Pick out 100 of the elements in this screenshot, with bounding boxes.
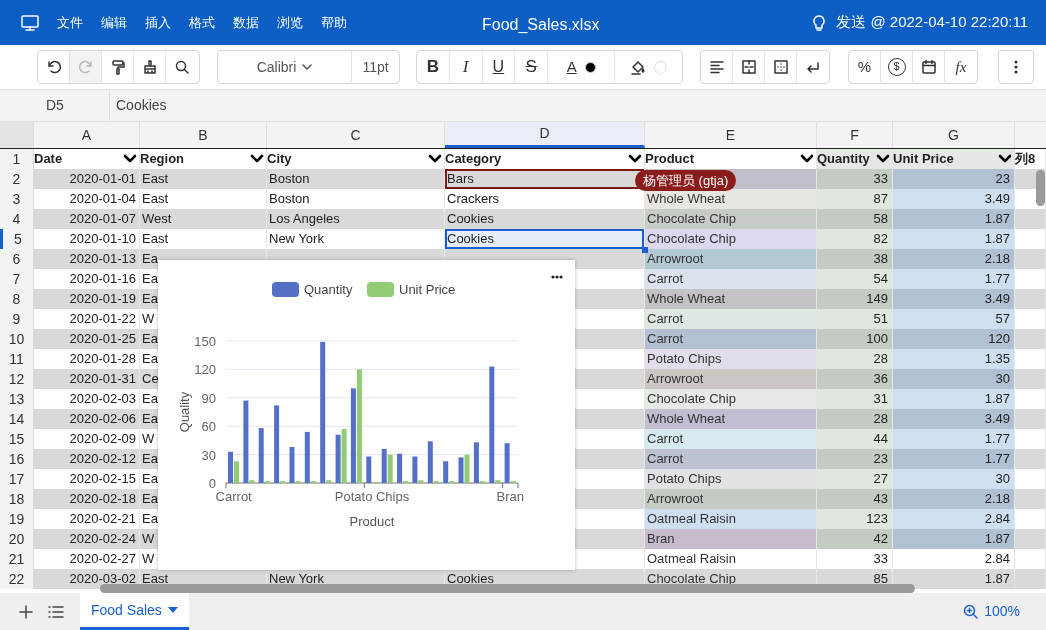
- row-header[interactable]: 11: [0, 349, 34, 369]
- legend-item[interactable]: Unit Price: [367, 282, 456, 297]
- row-header[interactable]: 21: [0, 549, 34, 569]
- bar[interactable]: [443, 461, 449, 483]
- table-cell: 38: [817, 249, 893, 269]
- bar[interactable]: [366, 456, 372, 483]
- legend-label: Unit Price: [399, 282, 456, 297]
- menu-item[interactable]: 插入: [136, 12, 180, 33]
- row-header[interactable]: 1: [0, 149, 34, 169]
- bar[interactable]: [397, 453, 403, 483]
- column-header[interactable]: B: [140, 122, 267, 148]
- row-header[interactable]: 15: [0, 429, 34, 449]
- fill-handle[interactable]: [642, 247, 648, 253]
- horizontal-scrollbar[interactable]: [100, 584, 915, 593]
- row-header[interactable]: 7: [0, 269, 34, 289]
- more-icon[interactable]: [551, 275, 563, 279]
- header-label: Date: [34, 150, 63, 169]
- column-header[interactable]: F: [817, 122, 893, 148]
- row-header[interactable]: 12: [0, 369, 34, 389]
- bar[interactable]: [495, 480, 501, 483]
- bar[interactable]: [258, 428, 264, 483]
- bold-button[interactable]: B: [417, 51, 450, 83]
- column-header[interactable]: E: [645, 122, 817, 148]
- table-cell: 82: [817, 229, 893, 249]
- row-header[interactable]: 8: [0, 289, 34, 309]
- bar[interactable]: [427, 441, 433, 483]
- percent-button[interactable]: %: [849, 51, 881, 83]
- table-cell: 23: [893, 169, 1015, 189]
- underline-button[interactable]: U: [482, 51, 516, 83]
- menu-item[interactable]: 文件: [48, 12, 92, 33]
- menu-item[interactable]: 浏览: [268, 12, 312, 33]
- x-tick-label: Carrot: [215, 489, 252, 504]
- table-cell: 28: [817, 349, 893, 369]
- table-cell: Whole Wheat: [645, 409, 817, 429]
- row-header[interactable]: 16: [0, 449, 34, 469]
- row-header[interactable]: 9: [0, 309, 34, 329]
- row-header[interactable]: 4: [0, 209, 34, 229]
- bar[interactable]: [489, 366, 495, 483]
- table-cell: Carrot: [645, 269, 817, 289]
- column-header[interactable]: D: [445, 122, 645, 148]
- table-cell: 149: [817, 289, 893, 309]
- bar[interactable]: [274, 405, 280, 483]
- row-header[interactable]: 17: [0, 469, 34, 489]
- bar[interactable]: [473, 442, 479, 483]
- row-header[interactable]: 3: [0, 189, 34, 209]
- bar[interactable]: [458, 457, 464, 483]
- row-header[interactable]: 2: [0, 169, 34, 189]
- column-header[interactable]: G: [893, 122, 1015, 148]
- row-header[interactable]: 19: [0, 509, 34, 529]
- table-cell: Carrot: [645, 309, 817, 329]
- row-header[interactable]: 22: [0, 569, 34, 589]
- vertical-scrollbar[interactable]: [1036, 170, 1045, 206]
- strikethrough-button[interactable]: S: [515, 51, 548, 83]
- header-label: Category: [445, 150, 502, 169]
- return-arrow-icon: [805, 59, 821, 75]
- header-label: Quantity: [817, 150, 870, 169]
- window-title: Food_Sales.xlsx: [482, 15, 600, 35]
- zoom-button[interactable]: 100%: [963, 601, 1020, 622]
- font-color-button[interactable]: A: [548, 51, 616, 83]
- table-cell: 1.87: [893, 229, 1015, 249]
- function-button[interactable]: fx: [945, 51, 977, 83]
- bar[interactable]: [320, 341, 326, 483]
- column-header[interactable]: A: [34, 122, 140, 148]
- bar[interactable]: [381, 448, 387, 483]
- bar[interactable]: [504, 443, 510, 483]
- table-cell: Chocolate Chip: [645, 209, 817, 229]
- y-tick-label: 150: [194, 334, 216, 349]
- legend-item[interactable]: Quantity: [272, 282, 353, 297]
- sheet-tab[interactable]: Food Sales: [80, 593, 189, 630]
- table-cell: 57: [893, 309, 1015, 329]
- filter-dropdown-icon: [998, 154, 1012, 164]
- bar[interactable]: [356, 369, 362, 483]
- bar[interactable]: [304, 431, 310, 483]
- row-header[interactable]: 13: [0, 389, 34, 409]
- bar[interactable]: [289, 447, 295, 483]
- bar[interactable]: [412, 456, 418, 483]
- row-header[interactable]: 20: [0, 529, 34, 549]
- font-size-field[interactable]: 11pt: [352, 51, 399, 83]
- row-header[interactable]: 14: [0, 409, 34, 429]
- menu-item[interactable]: 格式: [180, 12, 224, 33]
- bar[interactable]: [228, 451, 233, 483]
- table-cell: 1.77: [893, 269, 1015, 289]
- menu-item[interactable]: 帮助: [312, 12, 356, 33]
- bar[interactable]: [335, 434, 341, 483]
- menu-item[interactable]: 数据: [224, 12, 268, 33]
- bar[interactable]: [326, 480, 332, 483]
- collaborator-badge: 杨管理员 (gtja): [635, 170, 737, 191]
- currency-button[interactable]: $: [881, 51, 913, 83]
- bar[interactable]: [243, 400, 249, 483]
- row-header[interactable]: 6: [0, 249, 34, 269]
- table-cell: Potato Chips: [645, 469, 817, 489]
- font-dropdown[interactable]: Calibri: [218, 51, 352, 83]
- row-header[interactable]: 10: [0, 329, 34, 349]
- menu-item[interactable]: 编辑: [92, 12, 136, 33]
- italic-button[interactable]: I: [449, 51, 483, 83]
- table-cell: 3.49: [893, 289, 1015, 309]
- row-header[interactable]: 5: [0, 229, 34, 249]
- bar[interactable]: [350, 388, 356, 483]
- table-cell: Carrot: [645, 449, 817, 469]
- row-header[interactable]: 18: [0, 489, 34, 509]
